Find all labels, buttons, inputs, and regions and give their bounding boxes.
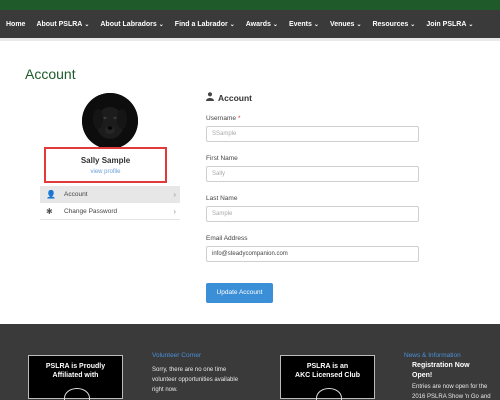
side-menu-label: Change Password [64,207,118,215]
nav-divider [0,38,500,41]
last-name-label: Last Name [206,195,420,202]
top-brand-band [0,0,500,10]
seal-icon [64,388,90,400]
profile-card: Sally Sample view profile [44,147,167,183]
avatar [82,93,138,149]
site-footer: PSLRA is Proudly Affiliated with Volunte… [0,324,500,400]
nav-label: Find a Labrador [174,20,228,28]
news-heading[interactable]: News & Information [404,352,461,359]
chevron-down-icon: ⌄ [272,21,278,28]
email-field[interactable]: info@steadycompanion.com [206,246,419,262]
chevron-right-icon: › [173,206,176,216]
chevron-down-icon: ⌄ [158,21,164,28]
nav-item-awards[interactable]: Awards ⌄ [246,21,278,28]
badge-text: Affiliated with [52,372,99,379]
asterisk-icon: ✱ [46,206,53,216]
side-menu-item-account[interactable]: 👤 Account › [40,186,180,203]
volunteer-text-line: right now. [152,387,178,393]
field-label-text: Email Address [206,235,248,242]
chevron-down-icon: ⌄ [410,21,416,28]
chevron-down-icon: ⌄ [229,21,235,28]
news-title-line[interactable]: Open! [412,371,432,381]
first-name-field[interactable]: Sally [206,166,419,182]
nav-label: Home [6,20,26,28]
first-name-label: First Name [206,155,420,162]
last-name-field[interactable]: Sample [206,206,419,222]
profile-name: Sally Sample [80,156,131,165]
news-text-line: Entries are now open for the [412,384,488,390]
field-label-text: First Name [206,155,238,162]
user-icon [206,92,214,103]
nav-item-home[interactable]: Home [6,21,25,28]
side-menu-label: Account [64,190,88,198]
form-heading: Account [206,92,420,103]
user-icon: 👤 [46,189,56,199]
chevron-down-icon: ⌄ [468,21,474,28]
badge-text: AKC Licensed Club [295,372,360,379]
nav-label: About PSLRA [36,20,83,28]
side-menu-item-change-password[interactable]: ✱ Change Password › [40,203,180,220]
page-title: Account [25,66,76,82]
black-labrador-photo-icon [82,93,138,149]
chevron-down-icon: ⌄ [356,21,362,28]
news-text-line: 2016 PSLRA Show 'n Go and [412,394,491,400]
nav-label: Venues [329,20,355,28]
update-account-button[interactable]: Update Account [206,283,273,303]
nav-item-about-pslra[interactable]: About PSLRA ⌄ [36,21,89,28]
main-nav: Home About PSLRA ⌄ About Labradors ⌄ Find … [0,10,500,38]
chevron-down-icon: ⌄ [84,21,90,28]
volunteer-text-line: volunteer opportunities available [152,377,239,383]
volunteer-text-line: Sorry, there are no one time [152,367,227,373]
email-label: Email Address [206,235,420,242]
akc-badge[interactable]: PSLRA is an AKC Licensed Club [280,355,375,400]
badge-text: PSLRA is an [306,363,349,370]
volunteer-corner-heading[interactable]: Volunteer Corner [152,352,201,359]
akc-seal-icon [316,388,342,400]
field-label-text: Username [206,115,236,122]
account-form: Account Username * SSample First Name Sal… [206,92,420,303]
badge-text: PSLRA is Proudly [45,363,106,370]
nav-label: About Labradors [100,20,157,28]
affiliation-badge[interactable]: PSLRA is Proudly Affiliated with [28,355,123,400]
nav-item-join-pslra[interactable]: Join PSLRA ⌄ [426,21,473,28]
chevron-right-icon: › [173,189,176,199]
account-side-menu: 👤 Account › ✱ Change Password › [40,186,180,220]
nav-label: Events [288,20,312,28]
view-profile-link[interactable]: view profile [46,169,165,175]
nav-item-resources[interactable]: Resources ⌄ [372,21,415,28]
field-label-text: Last Name [206,195,238,202]
nav-item-about-labradors[interactable]: About Labradors ⌄ [100,21,163,28]
username-field[interactable]: SSample [206,126,419,142]
nav-item-venues[interactable]: Venues ⌄ [330,21,362,28]
nav-label: Join PSLRA [426,20,467,28]
form-heading-text: Account [218,92,252,103]
nav-label: Awards [245,20,271,28]
chevron-down-icon: ⌄ [313,21,319,28]
username-label: Username * [206,115,420,122]
nav-label: Resources [372,20,409,28]
nav-item-find-a-labrador[interactable]: Find a Labrador ⌄ [175,21,235,28]
required-marker: * [237,115,241,122]
news-title-line[interactable]: Registration Now [412,361,470,371]
nav-item-events[interactable]: Events ⌄ [289,21,319,28]
